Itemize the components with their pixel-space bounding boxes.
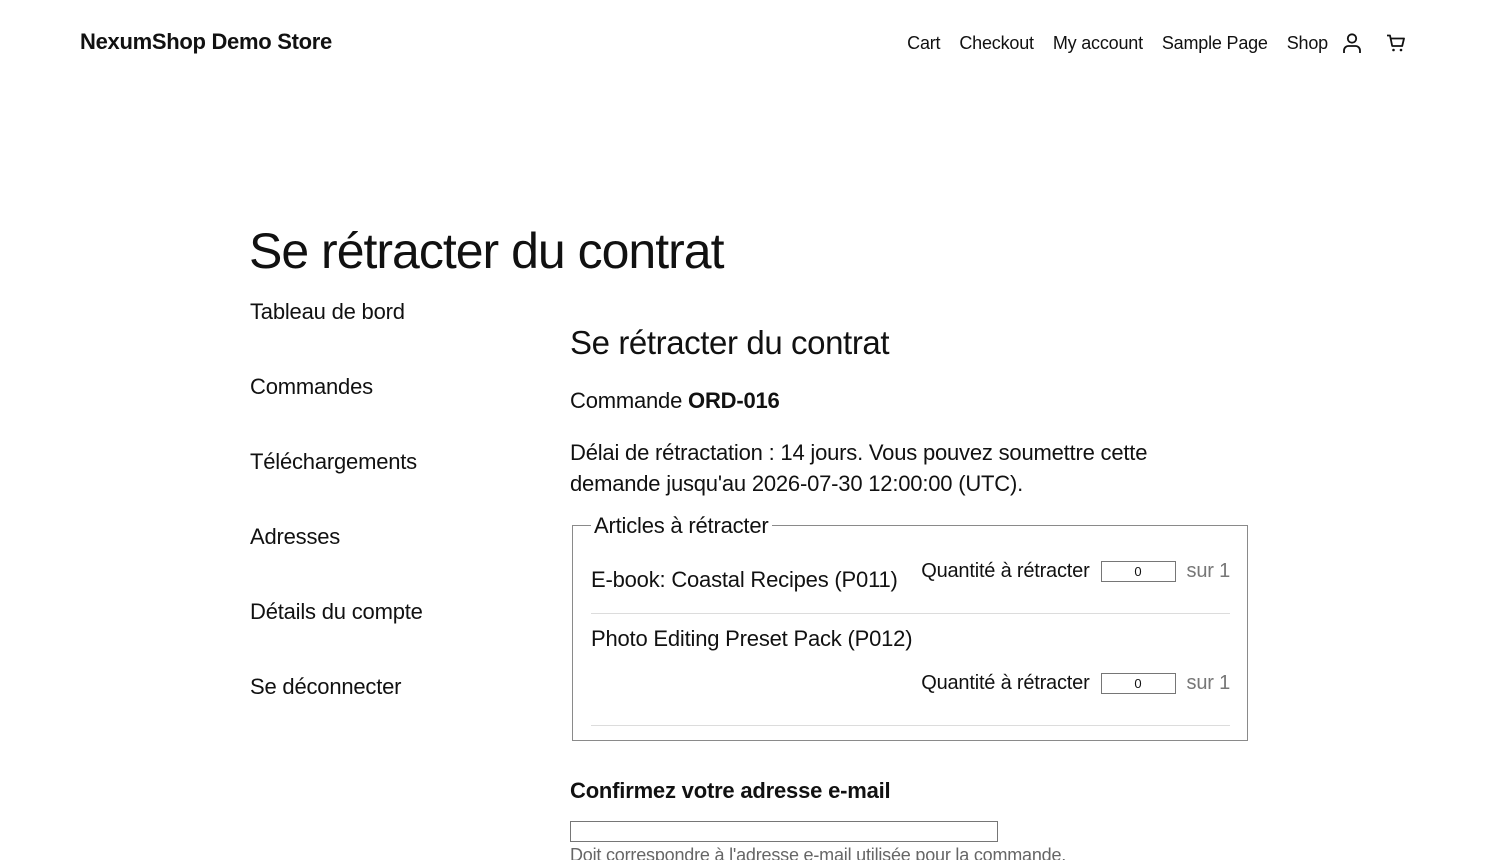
quantity-max: sur 1 xyxy=(1186,672,1231,694)
withdrawal-form: Se rétracter du contrat Commande ORD-016… xyxy=(570,324,1250,741)
quantity-row: Quantité à rétracter sur 1 xyxy=(921,672,1230,695)
nav-link-checkout[interactable]: Checkout xyxy=(959,33,1034,54)
email-confirm-input[interactable] xyxy=(570,821,998,842)
articles-legend: Articles à rétracter xyxy=(591,513,772,539)
order-prefix: Commande xyxy=(570,388,683,413)
email-confirm-label: Confirmez votre adresse e-mail xyxy=(570,778,891,803)
account-nav-orders[interactable]: Commandes xyxy=(250,374,373,399)
account-navigation: Tableau de bord Commandes Téléchargement… xyxy=(250,299,423,749)
article-row: Photo Editing Preset Pack (P012) Quantit… xyxy=(591,614,1230,726)
nav-link-my-account[interactable]: My account xyxy=(1053,33,1143,54)
page-title: Se rétracter du contrat xyxy=(249,223,724,279)
account-nav-logout[interactable]: Se déconnecter xyxy=(250,674,402,699)
nav-link-shop[interactable]: Shop xyxy=(1287,33,1328,54)
account-nav-item: Adresses xyxy=(250,524,423,599)
articles-fieldset: Articles à rétracter E-book: Coastal Rec… xyxy=(572,513,1248,741)
account-nav-dashboard[interactable]: Tableau de bord xyxy=(250,299,405,324)
quantity-label: Quantité à rétracter xyxy=(921,672,1090,694)
account-nav-item: Tableau de bord xyxy=(250,299,423,374)
nav-link-sample-page[interactable]: Sample Page xyxy=(1162,33,1268,54)
quantity-row: Quantité à rétracter sur 1 xyxy=(921,560,1230,583)
cart-icon[interactable] xyxy=(1384,31,1408,55)
article-row: E-book: Coastal Recipes (P011) Quantité … xyxy=(591,554,1230,614)
account-nav-item: Détails du compte xyxy=(250,599,423,674)
quantity-input[interactable] xyxy=(1100,673,1176,694)
account-nav-addresses[interactable]: Adresses xyxy=(250,524,340,549)
quantity-label: Quantité à rétracter xyxy=(921,560,1090,582)
form-heading: Se rétracter du contrat xyxy=(570,324,890,361)
order-line: Commande ORD-016 xyxy=(570,388,1250,414)
main-navigation: Cart Checkout My account Sample Page Sho… xyxy=(907,31,1408,55)
account-nav-account-details[interactable]: Détails du compte xyxy=(250,599,423,624)
quantity-max: sur 1 xyxy=(1186,560,1231,582)
account-nav-item: Commandes xyxy=(250,374,423,449)
site-title[interactable]: NexumShop Demo Store xyxy=(80,29,332,55)
nav-link-cart[interactable]: Cart xyxy=(907,33,940,54)
quantity-input[interactable] xyxy=(1100,561,1176,582)
account-nav-item: Téléchargements xyxy=(250,449,423,524)
withdrawal-deadline-text: Délai de rétractation : 14 jours. Vous p… xyxy=(570,440,1148,496)
article-name: Photo Editing Preset Pack (P012) xyxy=(591,626,913,651)
account-nav-item: Se déconnecter xyxy=(250,674,423,749)
account-nav-downloads[interactable]: Téléchargements xyxy=(250,449,417,474)
order-number: ORD-016 xyxy=(688,388,780,413)
email-help-text: Doit correspondre à l'adresse e-mail uti… xyxy=(570,845,1067,860)
article-name: E-book: Coastal Recipes (P011) xyxy=(591,567,898,592)
account-icon[interactable] xyxy=(1340,31,1364,55)
